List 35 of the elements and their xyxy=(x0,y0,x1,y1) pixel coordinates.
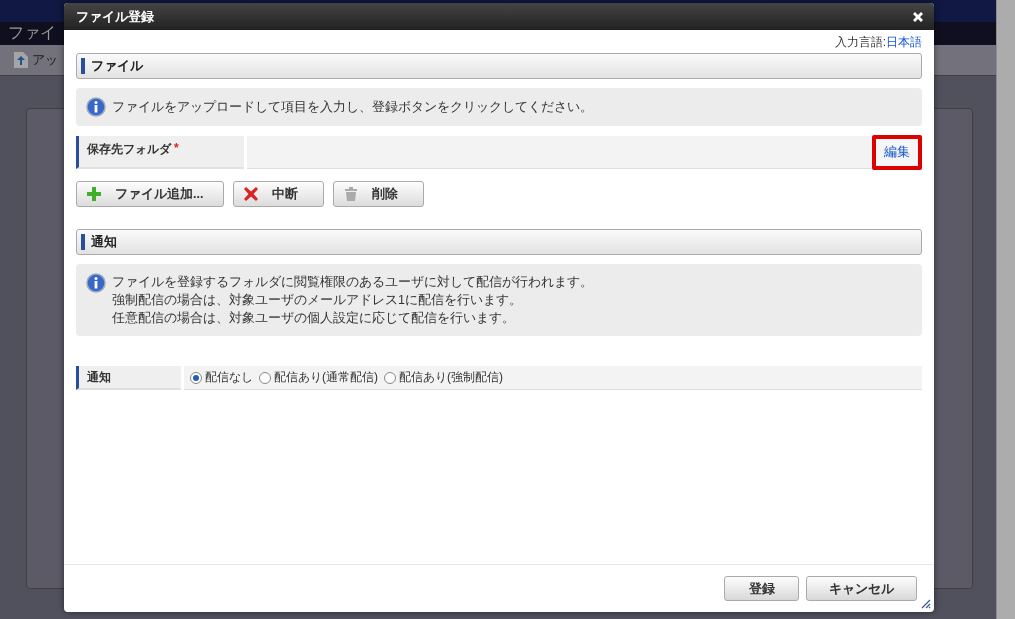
add-button[interactable]: ファイル追加... xyxy=(76,181,224,207)
input-language-link[interactable]: 日本語 xyxy=(886,34,922,51)
scrollbar[interactable] xyxy=(996,0,1015,619)
toolbar-button[interactable]: アッ xyxy=(14,51,58,69)
info-icon xyxy=(86,273,106,293)
section-heading: ファイル xyxy=(76,53,922,79)
radio-option[interactable]: 配信なし xyxy=(190,369,253,386)
section-heading: 通知 xyxy=(76,229,922,255)
trash-icon xyxy=(344,187,358,201)
info-icon xyxy=(86,97,106,117)
radio-button[interactable] xyxy=(190,371,202,384)
field-label-text: 保存先フォルダ xyxy=(87,141,171,158)
radio-option[interactable]: 配信あり(強制配信) xyxy=(384,369,503,386)
upload-icon xyxy=(14,52,28,68)
info-text: ファイルをアップロードして項目を入力し、登録ボタンをクリックしてください。 xyxy=(112,99,593,116)
stop-button[interactable]: 中断 xyxy=(233,181,324,207)
radio-option[interactable]: 配信あり(通常配信) xyxy=(259,369,378,386)
resize-grip-icon[interactable] xyxy=(919,597,931,609)
input-language-label: 入力言語: xyxy=(834,34,886,51)
required-mark: * xyxy=(174,141,179,155)
info-text: ファイルを登録するフォルダに閲覧権限のあるユーザに対して配信が行われます。 xyxy=(112,274,593,291)
radio-button[interactable] xyxy=(384,371,396,384)
plus-icon xyxy=(87,187,101,201)
edit-link[interactable]: 編集 xyxy=(872,134,922,170)
dialog-title: ファイル登録 xyxy=(76,7,154,26)
field-label: 通知 xyxy=(76,366,181,390)
register-button[interactable]: 登録 xyxy=(724,576,799,601)
cross-icon xyxy=(244,187,258,201)
radio-button[interactable] xyxy=(259,371,271,384)
cancel-button[interactable]: キャンセル xyxy=(806,576,917,601)
info-text: 強制配信の場合は、対象ユーザのメールアドレス1に配信を行います。 xyxy=(112,292,523,309)
delete-button[interactable]: 削除 xyxy=(333,181,424,207)
close-icon[interactable] xyxy=(912,10,924,23)
info-text: 任意配信の場合は、対象ユーザの個人設定に応じて配信を行います。 xyxy=(112,310,516,327)
page-title: ファイ xyxy=(8,23,56,43)
